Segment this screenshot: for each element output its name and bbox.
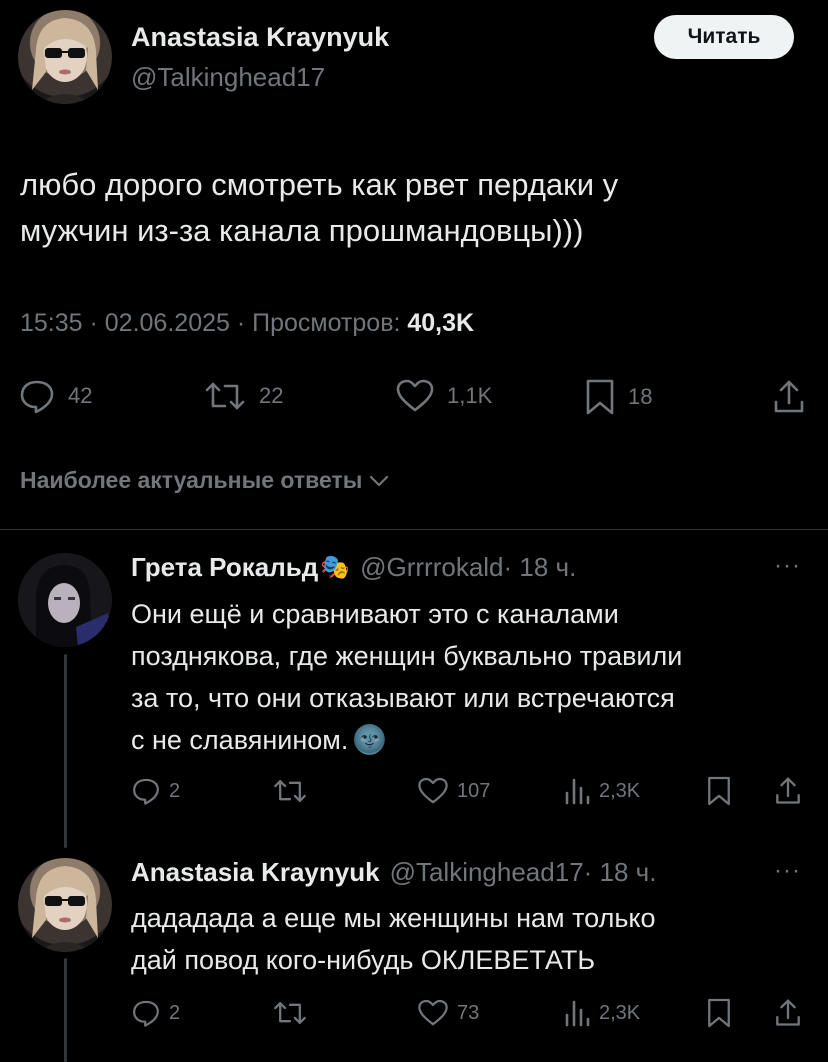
replies-sort-selector[interactable]: Наиболее актуальные ответы (20, 467, 390, 494)
reply-author-name[interactable]: Грета Рокальд (131, 552, 318, 583)
reply-button[interactable]: 2 (131, 998, 180, 1028)
section-divider (0, 529, 828, 530)
author-avatar[interactable] (18, 10, 112, 104)
repost-button[interactable]: 22 (203, 378, 283, 414)
avatar-portrait (32, 866, 98, 952)
reply-text: Они ещё и сравнивают это с каналами позд… (131, 593, 682, 761)
author-handle[interactable]: @Talkinghead17 (131, 62, 325, 93)
bookmark-icon (706, 997, 732, 1029)
bookmark-button[interactable] (706, 997, 732, 1029)
reply-header: Грета Рокальд 🎭 @Grrrrokald · 18 ч. (131, 552, 576, 583)
more-options-icon[interactable]: ··· (774, 552, 801, 580)
share-button[interactable] (774, 775, 802, 807)
reply-count: 2 (169, 1001, 181, 1024)
reply-avatar[interactable] (18, 858, 112, 952)
views-button[interactable]: 2,3K (563, 998, 640, 1028)
post-meta: 15:35 · 02.06.2025 · Просмотров: 40,3K (20, 309, 474, 338)
view-count: 2,3K (599, 1001, 641, 1024)
chevron-down-icon (368, 473, 390, 489)
thread-connector (64, 958, 67, 1062)
reply-text-line: Они ещё и сравнивают это с каналами (131, 599, 619, 629)
reply-count: 2 (169, 779, 181, 802)
reply-icon (131, 776, 161, 806)
sort-label: Наиболее актуальные ответы (20, 467, 363, 493)
reply-time[interactable]: · 18 ч. (504, 552, 577, 583)
more-options-icon[interactable]: ··· (774, 857, 801, 885)
reply-text-line: дададада а еще мы женщины нам только (131, 903, 656, 933)
views-button[interactable]: 2,3K (563, 776, 640, 806)
reply-avatar[interactable] (18, 553, 112, 647)
like-count: 1,1K (447, 383, 493, 408)
share-button[interactable] (774, 997, 802, 1029)
reply-icon (18, 378, 56, 414)
bookmark-icon (706, 775, 732, 807)
view-count[interactable]: 40,3K (407, 309, 474, 337)
reply-author-handle[interactable]: @Talkinghead17 (390, 857, 584, 888)
avatar-portrait (18, 553, 112, 647)
post-text: любо дорого смотреть как рвет пердаки у … (20, 162, 618, 254)
share-button[interactable] (772, 378, 806, 416)
reply-text-line: дай повод кого-нибудь ОКЛЕВЕТАТЬ (131, 945, 596, 975)
post-text-line: мужчин из-за канала прошмандовцы))) (20, 213, 584, 248)
views-chart-icon (563, 776, 591, 806)
share-icon (772, 378, 806, 416)
repost-icon (272, 776, 308, 806)
bookmark-count: 18 (628, 384, 653, 409)
reply-text-line: с не славянином. (131, 725, 349, 755)
reply-text-line: позднякова, где женщин буквально травили (131, 641, 683, 671)
reply-button[interactable]: 42 (18, 378, 92, 414)
reply-count: 42 (68, 383, 93, 408)
bookmark-button[interactable]: 18 (584, 378, 652, 416)
view-count: 2,3K (599, 779, 641, 802)
bookmark-icon (584, 378, 616, 416)
repost-icon (272, 998, 308, 1028)
share-icon (774, 997, 802, 1029)
reply-text-line: за то, что они отказывают или встречаютс… (131, 683, 675, 713)
like-icon (395, 378, 435, 414)
reply-button[interactable]: 2 (131, 776, 180, 806)
post-timestamp[interactable]: 15:35 · 02.06.2025 · Просмотров: (20, 309, 407, 337)
like-count: 107 (457, 779, 491, 802)
like-button[interactable]: 73 (417, 998, 479, 1028)
like-icon (417, 998, 449, 1028)
like-count: 73 (457, 1001, 480, 1024)
views-chart-icon (563, 998, 591, 1028)
new-moon-face-emoji: 🌚 (352, 724, 388, 755)
avatar-portrait (32, 18, 98, 104)
repost-button[interactable] (272, 776, 316, 806)
repost-button[interactable] (272, 998, 316, 1028)
like-icon (417, 776, 449, 806)
reply-header: Anastasia Kraynyuk @Talkinghead17 · 18 ч… (131, 857, 656, 888)
repost-icon (203, 378, 247, 414)
like-button[interactable]: 107 (417, 776, 490, 806)
like-button[interactable]: 1,1K (395, 378, 492, 414)
bookmark-button[interactable] (706, 775, 732, 807)
reply-text: дададада а еще мы женщины нам только дай… (131, 897, 656, 981)
reply-icon (131, 998, 161, 1028)
follow-button[interactable]: Читать (654, 15, 794, 59)
reply-author-emoji: 🎭 (320, 554, 351, 581)
thread-connector (64, 654, 67, 848)
post-text-line: любо дорого смотреть как рвет пердаки у (20, 167, 619, 202)
reply-author-name[interactable]: Anastasia Kraynyuk (131, 857, 380, 888)
author-name[interactable]: Anastasia Kraynyuk (131, 22, 389, 53)
share-icon (774, 775, 802, 807)
reply-author-handle[interactable]: @Grrrrokald (360, 552, 503, 583)
reply-time[interactable]: · 18 ч. (584, 857, 657, 888)
repost-count: 22 (259, 383, 284, 408)
